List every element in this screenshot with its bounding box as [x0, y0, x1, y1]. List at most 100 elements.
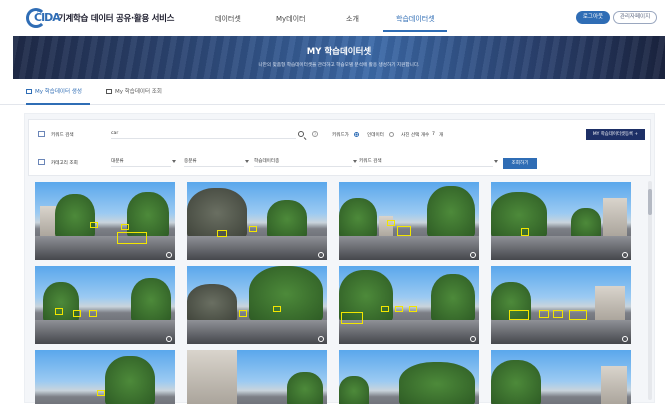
page-banner: MY 학습데이터셋 나만의 맞춤형 학습데이터셋을 관리하고 학습모델 분석에 …: [13, 36, 665, 79]
bounding-box: [273, 306, 281, 312]
search-button[interactable]: 조회하기: [503, 158, 537, 169]
bounding-box: [569, 310, 587, 320]
list-icon: [106, 88, 112, 94]
logout-button[interactable]: 로그아웃: [576, 11, 610, 24]
photo-count-unit: 개: [439, 133, 444, 138]
image-thumbnail[interactable]: [491, 350, 631, 404]
image-thumbnail[interactable]: [491, 266, 631, 344]
bounding-box: [553, 310, 563, 318]
image-thumbnail[interactable]: [187, 266, 327, 344]
major-category-value: 대분류: [111, 159, 124, 164]
zoom-icon[interactable]: [470, 336, 476, 342]
bounding-box: [381, 306, 389, 312]
image-thumbnail[interactable]: [339, 266, 479, 344]
nav-my-data[interactable]: My데이터: [276, 14, 306, 24]
keyword-filter-select[interactable]: 키워드 검색: [359, 157, 498, 167]
bounding-box: [97, 390, 105, 396]
zoom-icon[interactable]: [470, 252, 476, 258]
tab-create-label: My 학습데이터 생성: [35, 89, 82, 95]
zoom-icon[interactable]: [622, 252, 628, 258]
nav-datasets[interactable]: 데이터셋: [215, 14, 241, 24]
bounding-box: [239, 310, 247, 317]
data-type-select[interactable]: 학습데이터종: [254, 157, 357, 167]
image-thumbnail[interactable]: [491, 182, 631, 260]
zoom-icon[interactable]: [318, 252, 324, 258]
nav-about[interactable]: 소개: [346, 14, 359, 24]
image-grid: [35, 182, 635, 404]
bounding-box: [397, 226, 411, 236]
photo-count-label: 사진 선택 개수: [401, 133, 430, 138]
bounding-box: [509, 310, 529, 320]
keyword-input[interactable]: car: [111, 129, 296, 139]
bounding-box: [90, 222, 98, 228]
top-bar: ĈIDA 기계학습 데이터 공유·활용 서비스 데이터셋 My데이터 소개 학습…: [0, 0, 665, 36]
bounding-box: [539, 310, 549, 318]
tab-active-indicator: [26, 103, 90, 105]
option-radio-1[interactable]: [354, 132, 359, 137]
image-thumbnail[interactable]: [35, 350, 175, 404]
bounding-box: [395, 306, 403, 312]
logo[interactable]: ĈIDA 기계학습 데이터 공유·활용 서비스: [26, 8, 175, 28]
nav-active-indicator: [383, 30, 447, 32]
image-thumbnail[interactable]: [35, 266, 175, 344]
bounding-box: [73, 310, 81, 317]
mid-category-value: 중분류: [184, 159, 197, 164]
help-icon[interactable]: ?: [312, 131, 318, 137]
image-thumbnail[interactable]: [187, 182, 327, 260]
bounding-box: [117, 232, 147, 244]
bounding-box: [249, 226, 257, 232]
chevron-down-icon: [494, 160, 498, 163]
tab-create-dataset[interactable]: My 학습데이터 생성: [26, 87, 82, 95]
option-radio-2[interactable]: [389, 132, 394, 137]
chevron-down-icon: [353, 160, 357, 163]
logo-text: 기계학습 데이터 공유·활용 서비스: [58, 14, 175, 24]
category-label: 카테고리 조회: [51, 161, 78, 166]
data-type-value: 학습데이터종: [254, 159, 280, 164]
tab-view-label: My 학습데이터 조회: [115, 89, 162, 95]
tab-view-dataset[interactable]: My 학습데이터 조회: [106, 87, 162, 95]
bounding-box: [217, 230, 227, 237]
bounding-box: [521, 228, 529, 236]
bounding-box: [341, 312, 363, 324]
bounding-box: [121, 224, 129, 230]
option-label-2: 인데이터: [367, 133, 384, 138]
register-dataset-button[interactable]: MY 학습데이터셋등록 +: [586, 129, 645, 140]
image-thumbnail[interactable]: [339, 182, 479, 260]
page: ĈIDA 기계학습 데이터 공유·활용 서비스 데이터셋 My데이터 소개 학습…: [0, 0, 665, 408]
major-category-select[interactable]: 대분류: [111, 157, 176, 167]
option-label-1: 키워드가: [332, 133, 349, 138]
list-icon: [26, 88, 32, 94]
scrollbar-thumb[interactable]: [648, 189, 652, 215]
page-subtitle: 나만의 맞춤형 학습데이터셋을 관리하고 학습모델 분석에 활용 생성하기 지원…: [258, 63, 420, 68]
admin-page-button[interactable]: 관리자페이지: [613, 11, 657, 24]
tab-bar: My 학습데이터 생성 My 학습데이터 조회: [0, 79, 665, 105]
mid-category-select[interactable]: 중분류: [184, 157, 249, 167]
category-icon: [38, 159, 45, 165]
keyword-label: 키워드 검색: [51, 133, 74, 138]
image-thumbnail[interactable]: [339, 350, 479, 404]
zoom-icon[interactable]: [622, 336, 628, 342]
search-form: 키워드 검색 car ? 키워드가 인데이터 사진 선택 개수 7 개 MY 학…: [28, 119, 651, 176]
zoom-icon[interactable]: [318, 336, 324, 342]
bounding-box: [387, 220, 395, 226]
zoom-icon[interactable]: [166, 252, 172, 258]
page-title: MY 학습데이터셋: [306, 47, 372, 57]
bounding-box: [55, 308, 63, 315]
logo-icon: ĈIDA: [26, 8, 61, 28]
image-thumbnail[interactable]: [35, 182, 175, 260]
content-panel: 키워드 검색 car ? 키워드가 인데이터 사진 선택 개수 7 개 MY 학…: [24, 113, 655, 404]
search-icon[interactable]: [298, 131, 304, 137]
keyword-icon: [38, 131, 45, 137]
chevron-down-icon: [172, 160, 176, 163]
bounding-box: [409, 306, 417, 312]
image-thumbnail[interactable]: [187, 350, 327, 404]
keyword-value: car: [111, 131, 119, 136]
bounding-box: [89, 310, 97, 317]
logo-mark-text: ĈIDA: [34, 11, 61, 24]
photo-count-value[interactable]: 7: [432, 132, 435, 137]
keyword-filter-value: 키워드 검색: [359, 159, 382, 164]
zoom-icon[interactable]: [166, 336, 172, 342]
grid-scrollbar[interactable]: [648, 181, 652, 400]
chevron-down-icon: [245, 160, 249, 163]
nav-learning-datasets[interactable]: 학습데이터셋: [396, 14, 435, 24]
